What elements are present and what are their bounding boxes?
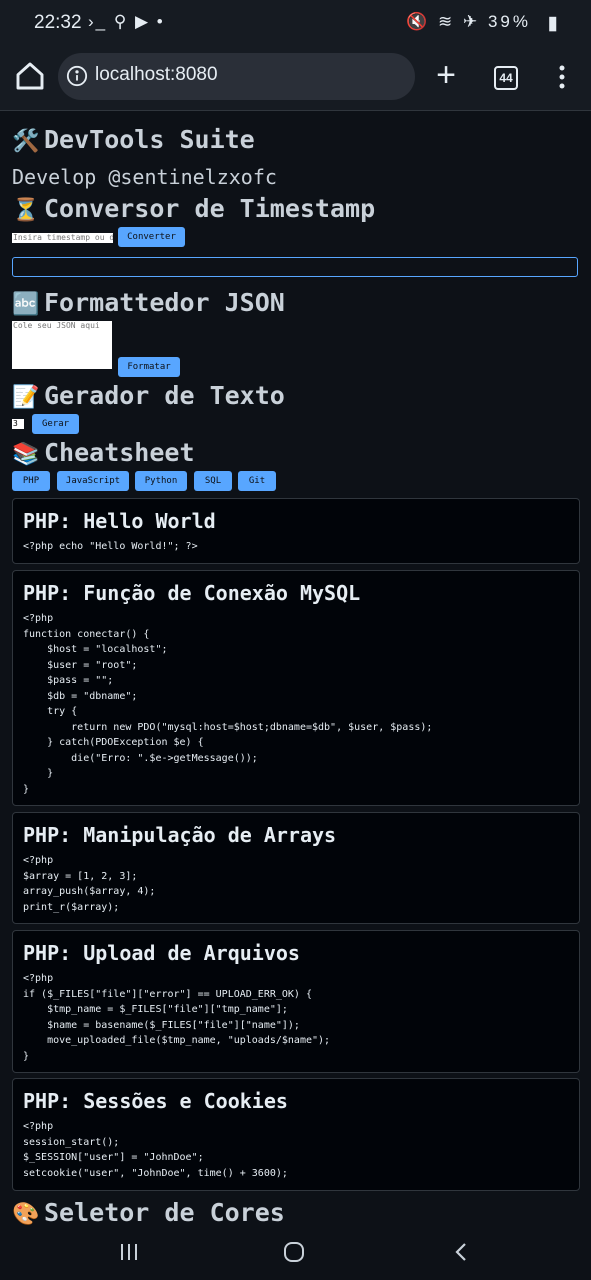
paragraph-count-input[interactable]: 3 <box>12 419 24 429</box>
cheatsheet-card: PHP: Manipulação de Arrays <?php $array … <box>12 812 580 924</box>
system-nav-bar <box>0 1227 591 1280</box>
address-bar[interactable]: localhost:8080 <box>58 53 415 100</box>
home-icon <box>16 62 44 90</box>
url-text[interactable]: localhost:8080 <box>95 64 218 86</box>
tab-javascript[interactable]: JavaScript <box>57 471 129 491</box>
palette-icon: 🎨 <box>12 1202 40 1227</box>
timestamp-input[interactable]: Insira timestamp ou data <box>12 233 113 243</box>
more-vert-icon <box>559 65 565 89</box>
recent-apps-button[interactable] <box>120 1243 138 1261</box>
browser-toolbar: localhost:8080 + 44 <box>0 46 591 111</box>
home-button[interactable] <box>14 60 46 92</box>
home-nav-button[interactable] <box>284 1242 304 1262</box>
back-button[interactable] <box>454 1242 468 1262</box>
timestamp-heading: ⏳ Conversor de Timestamp <box>12 194 376 223</box>
format-button[interactable]: Formatar <box>118 357 180 377</box>
notification-icons: ›_ ⚲ ▶ • <box>88 12 165 31</box>
tab-switcher-button[interactable]: 44 <box>494 66 518 90</box>
cheatsheet-card: PHP: Upload de Arquivos <?php if ($_FILE… <box>12 930 580 1073</box>
plus-icon: + <box>436 56 456 94</box>
cheatsheet-card: PHP: Sessões e Cookies <?php session_sta… <box>12 1078 580 1191</box>
developer-credit: Develop @sentinelzxofc <box>12 165 277 189</box>
abcd-icon: 🔤 <box>12 292 40 317</box>
card-title: PHP: Função de Conexão MySQL <box>23 581 361 605</box>
memo-icon: 📝 <box>12 385 40 410</box>
card-title: PHP: Hello World <box>23 509 216 533</box>
cheatsheet-card: PHP: Função de Conexão MySQL <?php funct… <box>12 570 580 806</box>
text-generator-heading: 📝 Gerador de Texto <box>12 381 285 410</box>
menu-button[interactable] <box>552 64 572 90</box>
convert-button[interactable]: Converter <box>118 227 185 247</box>
tab-php[interactable]: PHP <box>12 471 50 491</box>
cheatsheet-card: PHP: Hello World <?php echo "Hello World… <box>12 498 580 564</box>
battery-icon: ▮ <box>547 13 558 34</box>
json-heading: 🔤 Formattedor JSON <box>12 288 285 317</box>
page-content: 🛠️ DevTools Suite Develop @sentinelzxofc … <box>0 111 591 1227</box>
timestamp-result <box>12 257 578 277</box>
json-textarea[interactable]: Cole seu JSON aqui <box>12 321 112 369</box>
tools-icon: 🛠️ <box>12 129 40 154</box>
card-title: PHP: Sessões e Cookies <box>23 1089 288 1113</box>
card-code: <?php $array = [1, 2, 3]; array_push($ar… <box>23 855 156 913</box>
generate-button[interactable]: Gerar <box>32 414 79 434</box>
color-picker-heading: 🎨 Seletor de Cores <box>12 1198 285 1227</box>
tab-git[interactable]: Git <box>238 471 276 491</box>
tab-sql[interactable]: SQL <box>194 471 232 491</box>
card-code: <?php session_start(); $_SESSION["user"]… <box>23 1121 288 1179</box>
card-code: <?php function conectar() { $host = "loc… <box>23 613 433 795</box>
site-info-icon[interactable] <box>66 65 88 87</box>
card-code: <?php echo "Hello World!"; ?> <box>23 541 198 552</box>
card-title: PHP: Upload de Arquivos <box>23 941 300 965</box>
card-title: PHP: Manipulação de Arrays <box>23 823 337 847</box>
page-title: 🛠️ DevTools Suite <box>12 125 255 154</box>
cheatsheet-heading: 📚 Cheatsheet <box>12 438 195 467</box>
card-code: <?php if ($_FILES["file"]["error"] == UP… <box>23 973 331 1062</box>
new-tab-button[interactable]: + <box>432 58 460 92</box>
hourglass-icon: ⏳ <box>12 198 40 223</box>
books-icon: 📚 <box>12 442 40 467</box>
tab-python[interactable]: Python <box>135 471 187 491</box>
status-bar: 22:32 ›_ ⚲ ▶ • 🔇 ≋ ✈ 39% ▮ <box>0 0 591 46</box>
system-status-icons: 🔇 ≋ ✈ 39% <box>406 12 531 31</box>
status-time: 22:32 <box>34 12 82 33</box>
